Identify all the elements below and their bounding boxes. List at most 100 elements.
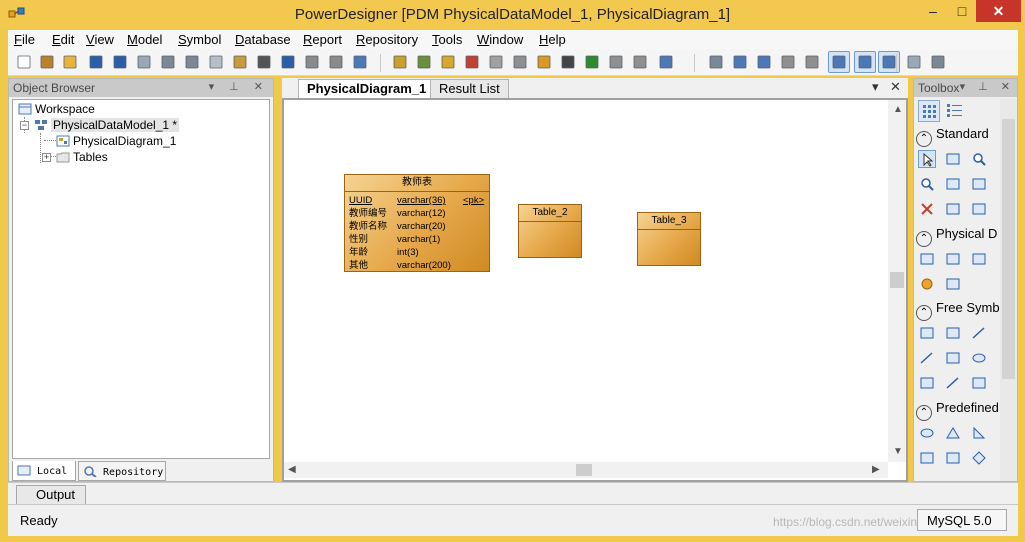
scroll-right-arrow[interactable]: ▶ [872, 464, 880, 475]
properties-tool-button[interactable] [970, 175, 988, 193]
toolbox-group-standard[interactable]: ⌃ Standard [916, 126, 1006, 147]
toolbox-scrollbar[interactable] [1000, 99, 1017, 481]
tab-physical-diagram[interactable]: PhysicalDiagram_1 [298, 79, 436, 98]
tree-node-model[interactable]: PhysicalDataModel_1 * [34, 117, 180, 133]
triangle-shape-button[interactable] [944, 424, 962, 442]
close-document-button[interactable]: ✕ [890, 79, 901, 95]
preview-button[interactable] [906, 54, 922, 70]
reference-tool-button[interactable] [970, 250, 988, 268]
redo-button[interactable] [304, 54, 320, 70]
parallelogram-shape-button[interactable] [918, 449, 936, 467]
title-tool-button[interactable] [918, 324, 936, 342]
line-tool-button[interactable] [970, 324, 988, 342]
maximize-button[interactable]: □ [947, 0, 977, 22]
package-tool-button[interactable] [944, 200, 962, 218]
tree-node-diagram[interactable]: PhysicalDiagram_1 [56, 133, 176, 149]
scroll-thumb[interactable] [890, 272, 904, 288]
menu-window[interactable]: Window [477, 32, 523, 47]
tab-output[interactable]: Output [16, 485, 86, 505]
brush-button[interactable] [536, 54, 552, 70]
toolbox-group-physical-d[interactable]: ⌃ Physical D [916, 226, 1006, 247]
expand-toggle[interactable]: + [42, 153, 51, 162]
menu-symbol[interactable]: Symbol [178, 32, 221, 47]
grabber-button[interactable] [944, 150, 962, 168]
menu-edit[interactable]: Edit [52, 32, 74, 47]
scroll-thumb[interactable] [1002, 119, 1015, 379]
toolbox-group-free-symb[interactable]: ⌃ Free Symb [916, 300, 1006, 321]
polyline-tool-button[interactable] [944, 374, 962, 392]
pill-shape-button[interactable] [918, 424, 936, 442]
link-tool-button[interactable] [970, 200, 988, 218]
minimize-button[interactable]: ‒ [918, 0, 948, 22]
package-button[interactable] [416, 54, 432, 70]
rectangle-tool-button[interactable] [944, 349, 962, 367]
procedure-tool-button[interactable] [918, 275, 936, 293]
new-project-button[interactable] [39, 54, 55, 70]
print2-button[interactable] [930, 54, 946, 70]
close-button[interactable]: ✕ [976, 0, 1021, 22]
diagram-button[interactable] [756, 54, 772, 70]
panel-controls[interactable]: ▾ ⊥ ✕ [960, 80, 1015, 93]
polygon-tool-button[interactable] [970, 374, 988, 392]
menu-tools[interactable]: Tools [432, 32, 462, 47]
menu-report[interactable]: Report [303, 32, 342, 47]
view-tool-button[interactable] [944, 250, 962, 268]
fill-button[interactable] [560, 54, 576, 70]
tab-list-dropdown[interactable]: ▾ [872, 79, 879, 95]
rounded-rect-tool-button[interactable] [918, 374, 936, 392]
text-tool-button[interactable] [944, 324, 962, 342]
save-button[interactable] [88, 54, 104, 70]
grid-button[interactable] [780, 54, 796, 70]
table-tool-button[interactable] [918, 250, 936, 268]
dbms-indicator[interactable]: MySQL 5.0 [917, 509, 1007, 531]
open-button[interactable] [62, 54, 78, 70]
menu-view[interactable]: View [86, 32, 114, 47]
open-diagram-button[interactable] [944, 175, 962, 193]
panel-controls[interactable]: ▾ ⊥ ✕ [209, 80, 269, 93]
zoom-in-button[interactable] [970, 150, 988, 168]
pointer-button[interactable] [918, 150, 936, 168]
table-symbol-teacher[interactable]: 教师表 UUID varchar(36) <pk> 教师编号 varchar(12) 教师… [344, 174, 490, 272]
symbol-button[interactable] [512, 54, 528, 70]
scroll-left-arrow[interactable]: ◀ [288, 464, 296, 475]
model-button[interactable] [392, 54, 408, 70]
shape-button[interactable] [488, 54, 504, 70]
arrow-right-button[interactable] [632, 54, 648, 70]
print-button[interactable] [160, 54, 176, 70]
tab-local[interactable]: Local [12, 461, 76, 481]
menu-help[interactable]: Help [539, 32, 566, 47]
arc-tool-button[interactable] [918, 349, 936, 367]
copy-button[interactable] [208, 54, 224, 70]
tab-result-list[interactable]: Result List [430, 79, 509, 98]
table-symbol-table-2[interactable]: Table_2 [518, 204, 582, 258]
toolbox-group-predefined[interactable]: ⌃ Predefined [916, 400, 1006, 421]
save-all-button[interactable] [112, 54, 128, 70]
paste-button[interactable] [232, 54, 248, 70]
menu-database[interactable]: Database [235, 32, 291, 47]
menu-file[interactable]: File [14, 32, 35, 47]
delete-button[interactable] [256, 54, 272, 70]
arrow-left-button[interactable] [608, 54, 624, 70]
scroll-up-arrow[interactable]: ▲ [893, 104, 903, 115]
align-button[interactable] [658, 54, 674, 70]
table-symbol-table-3[interactable]: Table_3 [637, 212, 701, 266]
print-preview-button[interactable] [136, 54, 152, 70]
trapezoid-shape-button[interactable] [944, 449, 962, 467]
vertical-scrollbar[interactable]: ▲ ▼ [888, 100, 906, 462]
check-model-button[interactable] [464, 54, 480, 70]
new-button[interactable] [16, 54, 32, 70]
scroll-down-arrow[interactable]: ▼ [893, 446, 903, 457]
ellipse-tool-button[interactable] [970, 349, 988, 367]
properties-button[interactable] [328, 54, 344, 70]
file-tool-button[interactable] [944, 275, 962, 293]
diagram-canvas[interactable]: 教师表 UUID varchar(36) <pk> 教师编号 varchar(12) 教师… [286, 102, 888, 462]
undo-button[interactable] [280, 54, 296, 70]
right-triangle-shape-button[interactable] [970, 424, 988, 442]
browser-toggle-button[interactable] [854, 51, 876, 73]
menu-model[interactable]: Model [127, 32, 162, 47]
menu-repository[interactable]: Repository [356, 32, 418, 47]
font-button[interactable] [584, 54, 600, 70]
collapse-toggle[interactable]: − [20, 121, 29, 130]
horizontal-scrollbar[interactable]: ◀ ▶ [284, 462, 888, 478]
page-button[interactable] [732, 54, 748, 70]
